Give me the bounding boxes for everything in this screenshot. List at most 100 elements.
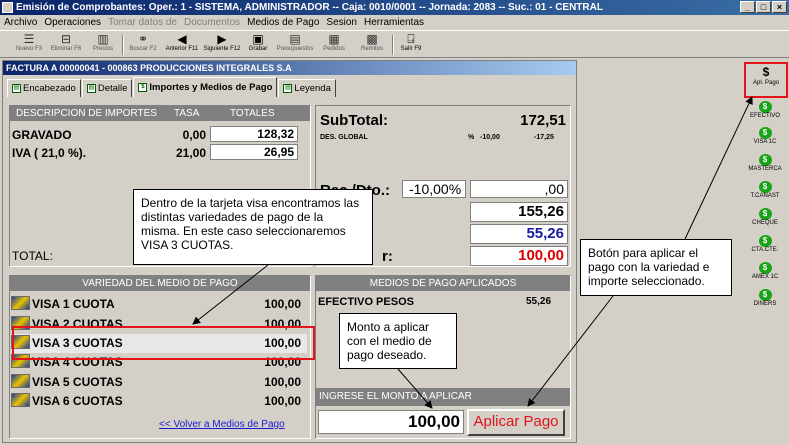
buscar-button[interactable]: ⚭ Buscar F2	[126, 32, 160, 58]
orders-icon: ▦	[328, 32, 340, 46]
money-bag-icon: $	[758, 235, 772, 247]
callout-monto: Monto a aplicar con el medio de pago des…	[339, 313, 457, 369]
des-value: -17,25	[534, 134, 554, 141]
close-button[interactable]: ×	[772, 1, 787, 13]
list-item[interactable]: VISA 6 CUOTAS 100,00	[11, 392, 307, 411]
menu-operaciones[interactable]: Operaciones	[44, 15, 101, 30]
payment-methods-bar: $ Apl. Pago $ EFECTIVO $ VISA 1C $ MASTERCA…	[743, 60, 789, 445]
volver-link[interactable]: << Volver a Medios de Pago	[159, 419, 285, 430]
visa-card-icon	[11, 393, 30, 407]
maximize-button[interactable]: □	[756, 1, 771, 13]
des-pct-symbol: %	[468, 134, 475, 141]
budget-icon: ▤	[289, 32, 301, 46]
aplicado-amount: 55,26	[526, 296, 552, 307]
legend-icon: ▤	[283, 84, 293, 93]
delete-icon: ⊟	[60, 32, 72, 46]
precios-button[interactable]: ▥ Precios	[88, 32, 118, 58]
subtotal-value: 172,51	[520, 112, 566, 129]
money-bag-icon: $	[758, 101, 772, 113]
invoice-title: FACTURA A 00000041 - 000863 PRODUCCIONES…	[3, 61, 576, 75]
total-label: TOTAL:	[12, 249, 53, 263]
total-value: 155,26	[470, 202, 568, 222]
menu-documentos[interactable]: Documentos	[184, 15, 240, 30]
remitos-button[interactable]: ▩ Remitos	[356, 32, 388, 58]
variedad-header: VARIEDAD DEL MEDIO DE PAGO	[10, 276, 310, 291]
col-totales: TOTALES	[230, 108, 275, 119]
delivery-icon: ▩	[366, 32, 378, 46]
money-bag-icon: $	[758, 208, 772, 220]
window-title: Emisión de Comprobantes: Oper.: 1 - SIST…	[16, 2, 603, 13]
ingrese-monto-label: INGRESE EL MONTO A APLICAR	[316, 388, 570, 406]
col-descripcion: DESCRIPCION DE IMPORTES	[16, 108, 157, 119]
menu-herramientas[interactable]: Herramientas	[364, 15, 424, 30]
diners-button[interactable]: $ DINERS	[743, 288, 787, 320]
binoculars-icon: ⚭	[137, 32, 149, 46]
money-bag-icon: $	[138, 83, 148, 92]
restante-value: 100,00	[470, 246, 568, 266]
pagado-value: 55,26	[470, 224, 568, 244]
callout-boton: Botón para aplicar el pago con la varied…	[580, 239, 732, 296]
des-pct: -10,00	[480, 134, 500, 141]
money-bag-icon: $	[758, 289, 772, 301]
gravado-label: GRAVADO	[12, 128, 72, 142]
pedidos-button[interactable]: ▦ Pedidos	[318, 32, 350, 58]
save-icon: ▣	[252, 32, 264, 46]
aplicados-header: MEDIOS DE PAGO APLICADOS	[316, 276, 570, 291]
list-item[interactable]: VISA 5 CUOTAS 100,00	[11, 373, 307, 392]
aplicado-name: EFECTIVO PESOS	[318, 296, 414, 308]
anterior-button[interactable]: ◀ Anterior F11	[162, 32, 202, 58]
visa-card-icon	[11, 374, 30, 388]
selection-highlight	[12, 326, 315, 360]
tab-leyenda[interactable]: ▤ Leyenda	[278, 79, 336, 97]
money-bag-icon: $	[758, 181, 772, 193]
arrow-right-icon: ▶	[217, 32, 227, 46]
gravado-tasa: 0,00	[182, 128, 206, 142]
menu-tomar-datos[interactable]: Tomar datos de	[108, 15, 177, 30]
rec-dto-value-input[interactable]: ,00	[470, 180, 568, 198]
siguiente-button[interactable]: ▶ Siguiente F12	[201, 32, 243, 58]
grabar-button[interactable]: ▣ Grabar	[244, 32, 272, 58]
col-tasa: TASA	[174, 108, 200, 119]
new-doc-icon: ☰	[23, 32, 35, 46]
tab-encabezado[interactable]: ▤ Encabezado	[7, 79, 81, 97]
list-item[interactable]: VISA 1 CUOTA 100,00	[11, 295, 307, 314]
rec-dto-percent-input[interactable]: -10,00%	[402, 180, 466, 198]
toolbar: ☰ Nuevo F3 ⊟ Eliminar F6 ▥ Precios ⚭ Buscar …	[0, 30, 789, 58]
tab-detalle[interactable]: ▤ Detalle	[81, 79, 133, 97]
money-bag-icon: $	[758, 154, 772, 166]
money-bag-icon: $	[758, 262, 772, 274]
des-global-label: DES. GLOBAL	[320, 134, 368, 141]
gravado-total: 128,32	[210, 126, 298, 142]
presupuestos-button[interactable]: ▤ Presupuestos	[274, 32, 316, 58]
exit-door-icon: ⍈	[407, 32, 415, 46]
menu-archivo[interactable]: Archivo	[4, 15, 37, 30]
iva-total: 26,95	[210, 144, 298, 160]
menu-bar: Archivo Operaciones Tomar datos de Docum…	[0, 15, 789, 30]
tab-bar: ▤ Encabezado ▤ Detalle $ Importes y Medios …	[7, 77, 337, 97]
nuevo-button[interactable]: ☰ Nuevo F3	[12, 32, 46, 58]
menu-medios-de-pago[interactable]: Medios de Pago	[247, 15, 319, 30]
money-bag-icon: $	[758, 127, 772, 139]
iva-label: IVA ( 21,0 %).	[12, 146, 87, 160]
salir-button[interactable]: ⍈ Salir F9	[396, 32, 426, 58]
dollar-icon: $	[762, 65, 770, 79]
restante-label: r:	[382, 248, 393, 265]
header-icon: ▤	[12, 84, 21, 93]
aplicar-pago-button[interactable]: Aplicar Pago	[467, 409, 565, 436]
window-title-bar: Emisión de Comprobantes: Oper.: 1 - SIST…	[0, 0, 789, 15]
subtotal-label: SubTotal:	[320, 112, 389, 129]
eliminar-button[interactable]: ⊟ Eliminar F6	[48, 32, 84, 58]
iva-tasa: 21,00	[175, 146, 206, 160]
toolbar-separator	[392, 35, 394, 55]
detail-icon: ▤	[86, 84, 96, 93]
app-icon	[2, 2, 13, 13]
visa-card-icon	[11, 296, 30, 310]
price-icon: ▥	[97, 32, 109, 46]
apl-pago-side-button[interactable]: $ Apl. Pago	[744, 62, 788, 98]
toolbar-separator	[122, 35, 124, 55]
arrow-left-icon: ◀	[177, 32, 187, 46]
minimize-button[interactable]: _	[740, 1, 755, 13]
monto-input[interactable]: 100,00	[318, 410, 464, 434]
tab-importes[interactable]: $ Importes y Medios de Pago	[133, 77, 278, 97]
menu-sesion[interactable]: Sesion	[326, 15, 357, 30]
